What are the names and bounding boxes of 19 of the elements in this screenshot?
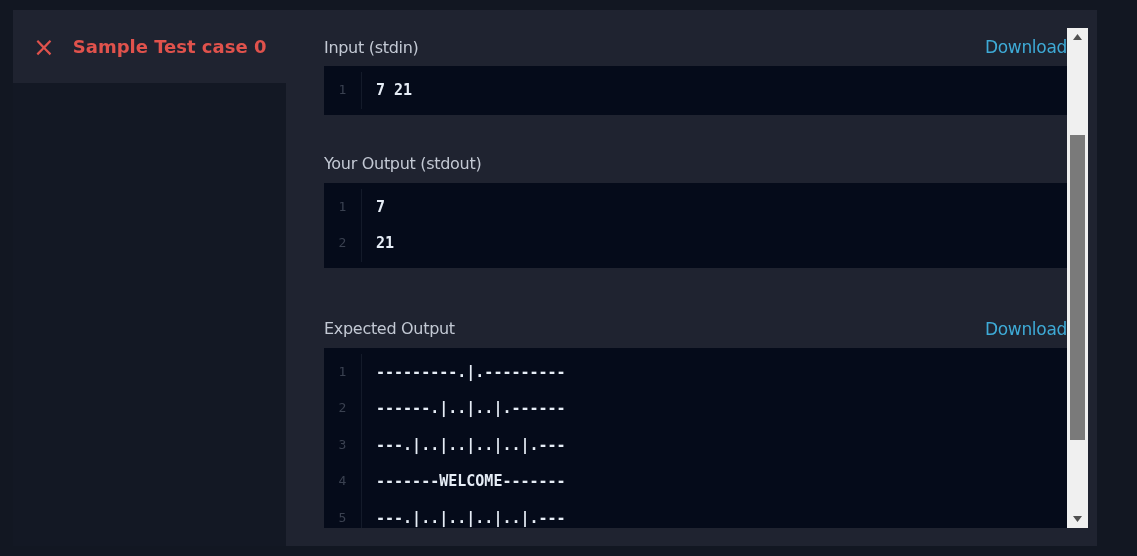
code-line: 7	[375, 196, 387, 218]
download-link[interactable]: Download	[984, 318, 1067, 339]
code-line: ---------.|.---------	[375, 361, 567, 383]
scroll-down-icon[interactable]	[1073, 516, 1082, 522]
code-line: -------WELCOME-------	[375, 471, 567, 492]
close-icon[interactable]: ×	[33, 33, 55, 60]
code-line: 7 21	[375, 80, 414, 101]
section-label: Your Output (stdout)	[324, 154, 482, 173]
scrollbar[interactable]	[1067, 28, 1088, 528]
section-label: Input (stdin)	[324, 37, 419, 57]
code-line: ---.|..|..|..|..|.---	[375, 434, 567, 456]
section-label: Expected Output	[324, 319, 455, 338]
code-line: 21	[375, 233, 396, 254]
code-line: ------.|..|..|.------	[375, 398, 567, 419]
code-line: ---.|..|..|..|..|.---	[375, 507, 567, 528]
scroll-up-icon[interactable]	[1073, 34, 1082, 40]
scrollbar-thumb[interactable]	[1070, 135, 1085, 440]
download-link[interactable]: Download	[984, 37, 1067, 57]
test-case-title[interactable]: Sample Test case 0	[72, 36, 267, 57]
